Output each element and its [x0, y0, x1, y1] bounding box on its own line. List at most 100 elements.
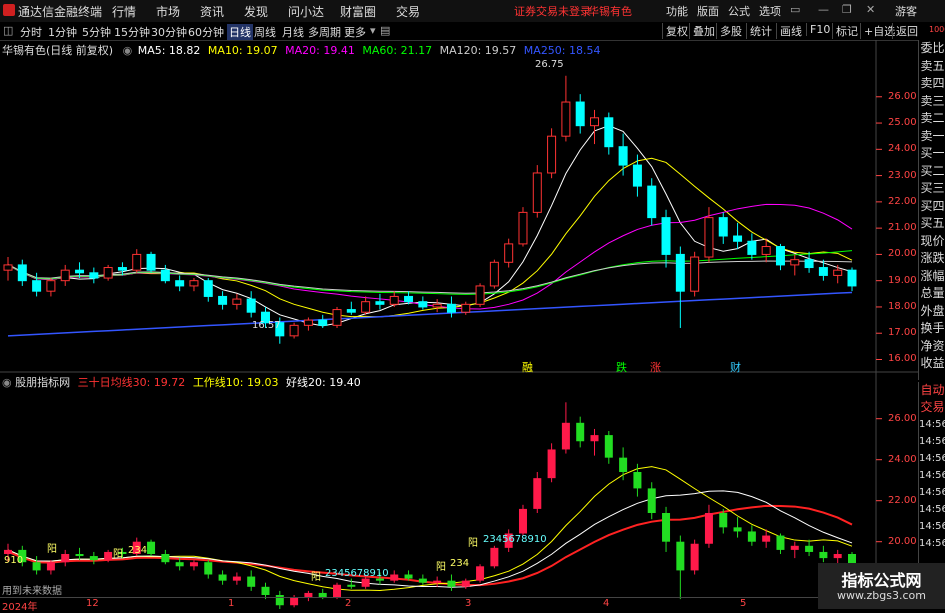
sub-candle-42	[604, 435, 613, 458]
app-title: 通达信金融终端	[18, 5, 103, 19]
tf-more[interactable]: 更多	[344, 24, 366, 40]
trade-field-0[interactable]: 自动	[919, 382, 945, 399]
menu-gongshi[interactable]: 公式	[728, 3, 750, 19]
sub-candle-40	[576, 422, 585, 442]
sub-text-234-a: 234	[128, 545, 148, 556]
more-dropdown-icon[interactable]: ▾	[370, 24, 376, 37]
menu-caifuquan[interactable]: 财富圈	[340, 3, 376, 20]
sub-text-yang-c: 阳	[311, 572, 321, 583]
btn-f10[interactable]: F10	[806, 23, 833, 36]
trade-field-1[interactable]: 交易	[919, 399, 945, 416]
btn-back[interactable]: 返回	[892, 23, 921, 39]
sub-candle-29	[418, 578, 427, 583]
quote-field-0: 委比	[920, 41, 945, 55]
sub-candle-32	[461, 580, 470, 587]
watermark-title: 指标公式网	[841, 571, 922, 590]
tf-5min[interactable]: 5分钟	[82, 24, 111, 40]
x-label-3: 3	[465, 598, 472, 609]
main-candle-5	[75, 269, 85, 274]
main-candle-37	[532, 172, 542, 213]
work-line	[7, 466, 853, 591]
sub-candle-0	[4, 549, 12, 554]
main-candle-21	[303, 319, 313, 326]
main-y-tick-3: 23.00	[888, 169, 917, 181]
sub-candle-24	[347, 584, 356, 587]
tf-1min[interactable]: 1分钟	[48, 24, 77, 40]
good-line	[7, 490, 853, 588]
event-mark-rong[interactable]: 融	[522, 359, 533, 375]
tf-monthly[interactable]: 月线	[282, 24, 304, 40]
future-data-note: 用到未来数据	[2, 586, 62, 597]
sub-text-234-b: 234	[450, 558, 470, 569]
menu-jiaoyi[interactable]: 交易	[396, 3, 420, 20]
kline-chart[interactable]	[0, 40, 918, 609]
sub-candle-28	[404, 574, 413, 579]
menu-zixun[interactable]: 资讯	[200, 3, 224, 20]
low-price-label: 16.57	[252, 320, 281, 331]
sub-text-2345678910-a: 2345678910	[325, 568, 389, 579]
sub-candle-52	[747, 531, 756, 542]
skin-icon[interactable]: ▭	[790, 3, 800, 16]
minimize-icon[interactable]: —	[818, 3, 829, 16]
event-mark-die[interactable]: 跌	[616, 359, 627, 375]
main-y-axis: 26.00 25.00 24.00 23.00 22.00 21.00 20.00 19.00…	[878, 40, 918, 370]
main-candle-39	[561, 101, 571, 137]
sub-candle-23	[333, 584, 342, 598]
tf-weekly[interactable]: 周线	[254, 24, 276, 40]
x-label-5: 5	[740, 598, 747, 609]
menu-xuanxiang[interactable]: 选项	[759, 3, 781, 19]
menu-gongneng[interactable]: 功能	[666, 3, 688, 19]
trade-field-9: 14:56	[919, 538, 945, 549]
sub-candle-49	[704, 513, 713, 544]
tf-daily[interactable]: 日线	[227, 24, 253, 40]
sub-candle-33	[476, 566, 485, 581]
tools-icon[interactable]: ▤	[380, 24, 390, 37]
menu-wenxiaoda[interactable]: 问小达	[288, 3, 324, 20]
menu-shichang[interactable]: 市场	[156, 3, 180, 20]
event-mark-zhang[interactable]: 涨	[650, 359, 661, 375]
menu-hangqing[interactable]: 行情	[112, 3, 136, 20]
tf-multi[interactable]: 多周期	[308, 24, 341, 40]
high-price-label: 26.75	[535, 59, 564, 70]
sub-candle-48	[690, 543, 699, 571]
tf-15min[interactable]: 15分钟	[114, 24, 150, 40]
main-candle-2	[32, 280, 42, 292]
sub-candle-2	[32, 562, 41, 571]
tf-60min[interactable]: 60分钟	[188, 24, 224, 40]
main-y-tick-8: 18.00	[888, 300, 917, 312]
btn-fuquan[interactable]: 复权	[662, 23, 691, 39]
main-candle-38	[547, 135, 557, 174]
btn-biaoji[interactable]: 标记	[832, 23, 861, 39]
main-candle-52	[747, 240, 757, 255]
main-candle-7	[103, 267, 113, 279]
main-candle-59	[847, 269, 857, 287]
sub-candle-53	[762, 535, 771, 542]
btn-diejia[interactable]: 叠加	[689, 23, 718, 39]
restore-icon[interactable]: ❐	[842, 3, 852, 16]
main-candle-20	[289, 324, 299, 337]
main-candle-28	[404, 295, 414, 303]
tf-fenshi[interactable]: 分时	[20, 24, 42, 40]
main-candle-48	[690, 256, 700, 292]
tf-30min[interactable]: 30分钟	[151, 24, 187, 40]
menu-banmian[interactable]: 版面	[697, 3, 719, 19]
close-icon[interactable]: ✕	[866, 3, 875, 16]
quote-field-6: 买一	[920, 146, 945, 160]
stock-name-header: 华锡有色	[588, 5, 632, 18]
quote-field-5: 卖一	[920, 128, 945, 143]
quote-field-3: 卖三	[920, 93, 945, 108]
toolbar-toggle-icon[interactable]: ◫	[3, 24, 13, 37]
quote-side-panel: 委比 卖五 卖四 卖三 卖二 卖一 买一 买二 买三 买四 买五 现价 涨跌 涨幅 总量 外盘 换手 净资 收益	[918, 40, 945, 380]
trade-field-6: 14:56	[919, 487, 945, 498]
sub-candle-41	[590, 435, 599, 442]
btn-duogu[interactable]: 多股	[716, 23, 745, 39]
trade-login-alert[interactable]: 证券交易未登录	[514, 3, 591, 19]
btn-huaxian[interactable]: 画线	[776, 23, 805, 39]
menu-faxian[interactable]: 发现	[244, 3, 268, 20]
main-candle-23	[332, 309, 342, 326]
main-y-tick-6: 20.00	[888, 248, 917, 260]
main-candle-34	[489, 261, 499, 287]
event-mark-cai[interactable]: 财	[730, 359, 741, 375]
btn-tongji[interactable]: 统计	[746, 23, 775, 39]
guest-label[interactable]: 游客	[895, 3, 917, 19]
